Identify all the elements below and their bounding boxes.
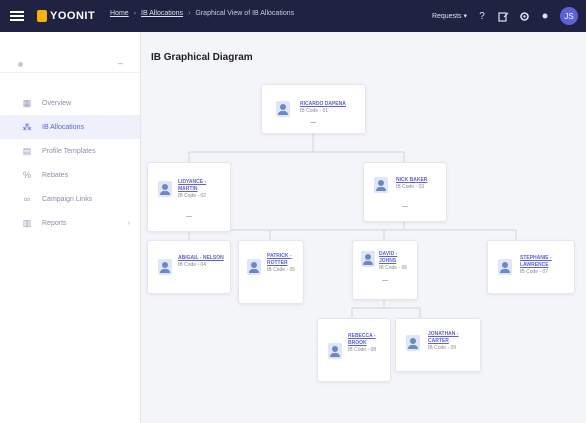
node-name[interactable]: PATRICK - ROTTER xyxy=(267,253,299,267)
sidebar-item-campaign-links[interactable]: ∞ Campaign Links xyxy=(0,187,140,211)
percent-icon: % xyxy=(22,170,31,180)
node-name[interactable]: DAVID - JOHNS xyxy=(379,251,415,265)
sidebar-collapse-icon[interactable]: – xyxy=(118,58,128,68)
node-ib-code: IB Code - 09 xyxy=(428,345,457,351)
node-name[interactable]: STEPHANIE - LAWRENCE xyxy=(520,255,570,269)
chevron-right-icon: › xyxy=(127,219,130,227)
notes-icon[interactable] xyxy=(497,10,509,22)
logo-text: YOONIT xyxy=(50,10,96,22)
collapse-toggle[interactable]: — xyxy=(309,120,317,126)
person-avatar-icon xyxy=(498,259,512,275)
report-icon: ▥ xyxy=(22,217,32,228)
node-text: LIDYANCE - MARTIN IB Code - 02 xyxy=(178,179,226,200)
grid-icon: ▦ xyxy=(22,97,32,108)
sidebar-item-label: IB Allocations xyxy=(42,123,85,131)
node-ib-code: IB Code - 01 xyxy=(300,108,329,114)
header-actions: Requests ▾ ? JS xyxy=(432,6,578,26)
node-name[interactable]: LIDYANCE - MARTIN xyxy=(178,179,226,193)
node-name[interactable]: RICARDO DAPENA xyxy=(300,101,360,108)
person-avatar-icon xyxy=(361,251,375,267)
node-ib-code: IB Code - 06 xyxy=(379,265,408,271)
sidebar-item-rebates[interactable]: % Rebates xyxy=(0,163,140,187)
tree-node[interactable]: DAVID - JOHNS IB Code - 06 — xyxy=(352,240,418,300)
app-logo[interactable]: YOONIT xyxy=(37,9,95,23)
node-text: STEPHANIE - LAWRENCE IB Code - 07 xyxy=(520,255,570,276)
sidebar-item-reports[interactable]: ▥ Reports › xyxy=(0,211,140,235)
sidebar-item-label: Reports xyxy=(42,219,67,227)
collapse-toggle[interactable]: — xyxy=(185,214,193,220)
settings-gear-icon[interactable] xyxy=(518,10,530,22)
person-avatar-icon xyxy=(328,343,342,359)
sidebar-item-ib-allocations[interactable]: ⁂ IB Allocations xyxy=(0,115,140,139)
person-avatar-icon xyxy=(406,335,420,351)
sidebar-item-profile-templates[interactable]: ▤ Profile Templates xyxy=(0,139,140,163)
tree-node[interactable]: JONATHAN - CARTER IB Code - 09 xyxy=(395,318,481,372)
breadcrumb: Home › IB Allocations › Graphical View o… xyxy=(110,10,294,17)
tree-node[interactable]: LIDYANCE - MARTIN IB Code - 02 — xyxy=(147,162,231,232)
sidebar-item-overview[interactable]: ▦ Overview xyxy=(0,91,140,115)
sidebar: – ▦ Overview ⁂ IB Allocations ▤ Profile … xyxy=(0,32,141,423)
link-icon: ∞ xyxy=(23,194,31,204)
template-icon: ▤ xyxy=(22,145,32,156)
breadcrumb-separator: › xyxy=(188,10,191,17)
breadcrumb-current: Graphical View of IB Allocations xyxy=(195,10,295,17)
sidebar-header: – xyxy=(0,32,140,73)
tree-node[interactable]: STEPHANIE - LAWRENCE IB Code - 07 xyxy=(487,240,575,294)
person-avatar-icon xyxy=(374,177,388,193)
node-text: PATRICK - ROTTER IB Code - 05 xyxy=(267,253,299,274)
help-icon[interactable]: ? xyxy=(476,10,488,22)
notification-dot-icon[interactable] xyxy=(539,10,551,22)
sidebar-item-label: Campaign Links xyxy=(42,195,93,203)
person-avatar-icon xyxy=(247,259,261,275)
sidebar-item-label: Rebates xyxy=(42,171,69,179)
node-ib-code: IB Code - 03 xyxy=(396,184,425,190)
node-text: ABIGAIL - NELSON IB Code - 04 xyxy=(178,255,226,269)
node-ib-code: IB Code - 02 xyxy=(178,193,207,199)
tree-node[interactable]: REBECCA - BROOK IB Code - 08 xyxy=(317,318,391,382)
connector-nick xyxy=(188,220,517,240)
collapse-toggle[interactable]: — xyxy=(381,278,389,284)
connector-david xyxy=(351,298,421,318)
sidebar-indicator-icon xyxy=(18,62,23,67)
person-avatar-icon xyxy=(276,101,290,117)
tree-node[interactable]: ABIGAIL - NELSON IB Code - 04 xyxy=(147,240,231,294)
node-text: JONATHAN - CARTER IB Code - 09 xyxy=(428,331,476,352)
person-avatar-icon xyxy=(158,259,172,275)
main-content: IB Graphical Diagram RICARDO DAPENA IB C… xyxy=(141,32,586,423)
node-name[interactable]: ABIGAIL - NELSON xyxy=(178,255,226,262)
breadcrumb-home[interactable]: Home xyxy=(110,10,129,17)
node-text: REBECCA - BROOK IB Code - 08 xyxy=(348,333,386,354)
tree-node[interactable]: PATRICK - ROTTER IB Code - 05 xyxy=(238,240,304,304)
sidebar-item-label: Overview xyxy=(42,99,72,107)
tree-node-root[interactable]: RICARDO DAPENA IB Code - 01 — xyxy=(261,84,366,134)
node-name[interactable]: REBECCA - BROOK xyxy=(348,333,386,347)
node-ib-code: IB Code - 08 xyxy=(348,347,377,353)
person-avatar-icon xyxy=(158,181,172,197)
sidebar-item-label: Profile Templates xyxy=(42,147,96,155)
breadcrumb-separator: › xyxy=(133,10,137,17)
org-tree-canvas: RICARDO DAPENA IB Code - 01 — LIDYANCE -… xyxy=(141,32,586,423)
breadcrumb-ib-allocations[interactable]: IB Allocations xyxy=(141,10,183,17)
top-navigation-bar: YOONIT Home › IB Allocations › Graphical… xyxy=(0,0,586,32)
node-text: NICK BAKER IB Code - 03 xyxy=(396,177,442,191)
sidebar-menu: ▦ Overview ⁂ IB Allocations ▤ Profile Te… xyxy=(0,91,140,235)
collapse-toggle[interactable]: — xyxy=(401,204,409,210)
requests-label: Requests xyxy=(431,13,462,20)
node-text: DAVID - JOHNS IB Code - 06 xyxy=(379,251,415,272)
node-name[interactable]: JONATHAN - CARTER xyxy=(428,331,476,345)
node-ib-code: IB Code - 07 xyxy=(520,269,549,275)
user-avatar[interactable]: JS xyxy=(560,7,578,25)
menu-icon[interactable] xyxy=(10,9,24,23)
node-ib-code: IB Code - 05 xyxy=(267,267,296,273)
node-name[interactable]: NICK BAKER xyxy=(396,177,442,184)
logo-mark-icon xyxy=(37,10,47,22)
node-ib-code: IB Code - 04 xyxy=(178,262,207,268)
requests-dropdown[interactable]: Requests ▾ xyxy=(432,12,467,20)
tree-node[interactable]: NICK BAKER IB Code - 03 — xyxy=(363,162,447,222)
node-text: RICARDO DAPENA IB Code - 01 xyxy=(300,101,360,115)
network-icon: ⁂ xyxy=(22,121,32,132)
connector-root xyxy=(188,132,405,162)
